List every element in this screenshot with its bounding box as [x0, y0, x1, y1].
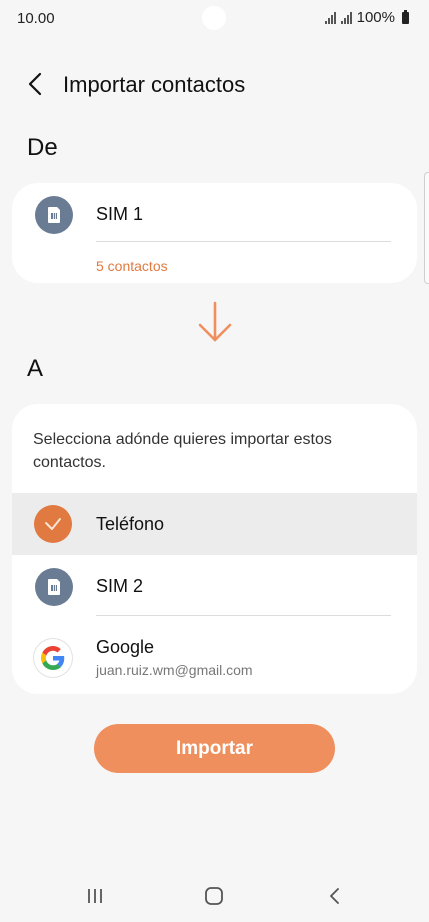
- divider: [96, 241, 391, 242]
- signal-icon: [324, 11, 336, 24]
- option-title: Teléfono: [96, 514, 165, 534]
- app-header: Importar contactos: [0, 60, 429, 110]
- import-button[interactable]: Importar: [94, 724, 335, 773]
- to-label: A: [27, 355, 44, 382]
- home-button[interactable]: [199, 884, 229, 908]
- account-email: juan.ruiz.wm@gmail.com: [96, 662, 253, 678]
- instruction-text: Selecciona adónde quieres importar estos…: [33, 431, 332, 471]
- option-title: SIM 2: [96, 576, 144, 596]
- status-icons: 100%: [324, 9, 409, 26]
- scrollbar[interactable]: [424, 172, 429, 284]
- signal-icon: [340, 11, 352, 24]
- source-card[interactable]: SIM 1 5 contactos: [12, 183, 417, 283]
- back-icon: [330, 888, 339, 904]
- option-phone[interactable]: Teléfono: [12, 493, 417, 555]
- option-title: Google: [96, 637, 155, 657]
- contacts-count[interactable]: 5 contactos: [96, 258, 168, 274]
- recents-icon: [88, 889, 102, 903]
- nav-back-button[interactable]: [320, 884, 350, 908]
- sim-card-icon: [35, 196, 73, 234]
- from-label: De: [27, 134, 58, 161]
- back-button[interactable]: [20, 68, 52, 100]
- recents-button[interactable]: [80, 884, 110, 908]
- battery-percentage: 100%: [356, 9, 395, 26]
- option-sim-2[interactable]: SIM 2: [12, 555, 417, 617]
- check-icon: [34, 505, 72, 543]
- navigation-bar: [0, 870, 429, 922]
- chevron-left-icon: [28, 72, 42, 96]
- destination-card: Selecciona adónde quieres importar estos…: [12, 404, 417, 694]
- sim-card-icon: [35, 568, 73, 606]
- arrow-down-icon: [198, 301, 232, 342]
- source-title: SIM 1: [96, 204, 144, 224]
- google-icon: [34, 639, 72, 677]
- divider: [96, 615, 391, 616]
- status-time: 10.00: [17, 10, 55, 27]
- home-icon: [205, 887, 223, 905]
- battery-icon: [402, 9, 409, 24]
- front-camera: [202, 6, 226, 30]
- page-title: Importar contactos: [63, 72, 246, 97]
- status-bar: 10.00 100%: [0, 0, 429, 36]
- option-google[interactable]: Google juan.ruiz.wm@gmail.com: [12, 617, 417, 687]
